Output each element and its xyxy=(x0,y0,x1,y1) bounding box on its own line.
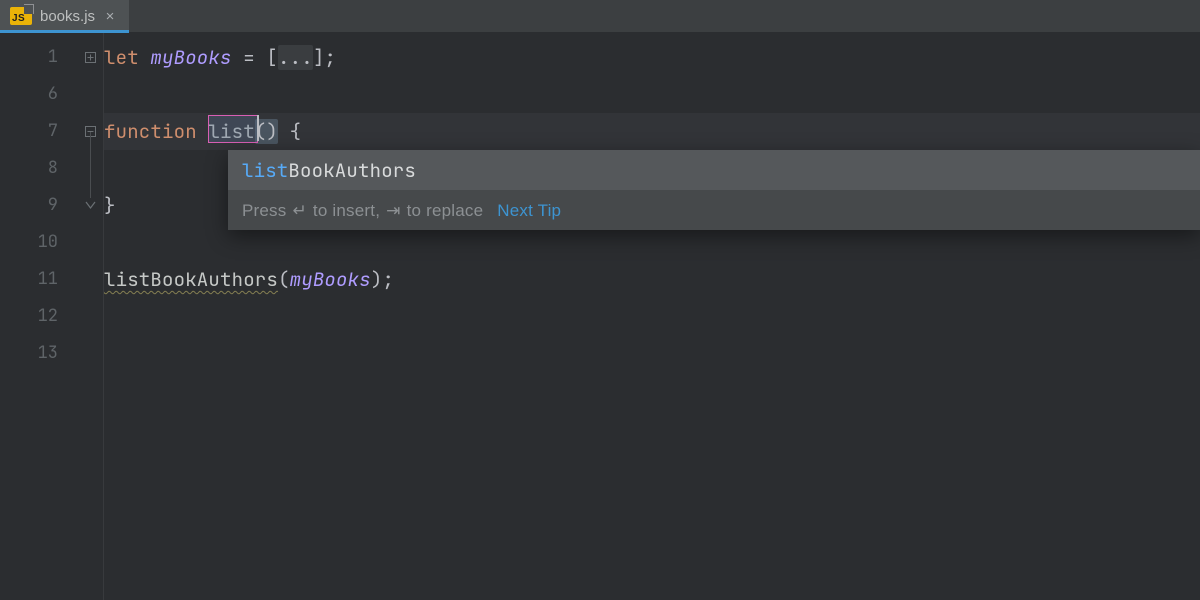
line-number: 12 xyxy=(0,298,78,335)
tab-label: books.js xyxy=(40,0,95,33)
fold-gutter xyxy=(78,33,104,600)
completion-item[interactable]: listBookAuthors xyxy=(228,150,1200,190)
tab-books-js[interactable]: JS books.js × xyxy=(0,0,129,32)
line-number: 13 xyxy=(0,335,78,372)
completion-popup: listBookAuthors Press ↵ to insert, ⇥ to … xyxy=(228,150,1200,230)
js-file-icon: JS xyxy=(10,7,32,25)
line-number: 1 xyxy=(0,39,78,76)
editor[interactable]: 1 6 7 8 9 10 11 12 13 let myBooks = [...… xyxy=(0,33,1200,600)
code-line[interactable]: function list() { xyxy=(104,113,1200,150)
enter-key-icon: ↵ xyxy=(292,192,306,229)
line-number-gutter: 1 6 7 8 9 10 11 12 13 xyxy=(0,33,78,600)
tab-strip: JS books.js × xyxy=(0,0,1200,33)
line-number: 8 xyxy=(0,150,78,187)
code-line[interactable]: listBookAuthors(myBooks); xyxy=(104,261,1200,298)
completion-hint: Press ↵ to insert, ⇥ to replace Next Tip xyxy=(228,190,1200,230)
line-number: 10 xyxy=(0,224,78,261)
line-number: 7 xyxy=(0,113,78,150)
code-line[interactable] xyxy=(104,298,1200,335)
line-number: 6 xyxy=(0,76,78,113)
rename-target[interactable]: list xyxy=(208,119,254,144)
line-number: 9 xyxy=(0,187,78,224)
fold-expand-icon[interactable] xyxy=(78,39,103,76)
close-icon[interactable]: × xyxy=(103,9,117,23)
code-line[interactable]: let myBooks = [...]; xyxy=(104,39,1200,76)
tab-key-icon: ⇥ xyxy=(386,192,400,229)
code-line[interactable] xyxy=(104,335,1200,372)
code-line[interactable] xyxy=(104,76,1200,113)
code-area[interactable]: let myBooks = [...]; function list() { }… xyxy=(104,33,1200,600)
next-tip-link[interactable]: Next Tip xyxy=(497,192,561,229)
line-number: 11 xyxy=(0,261,78,298)
